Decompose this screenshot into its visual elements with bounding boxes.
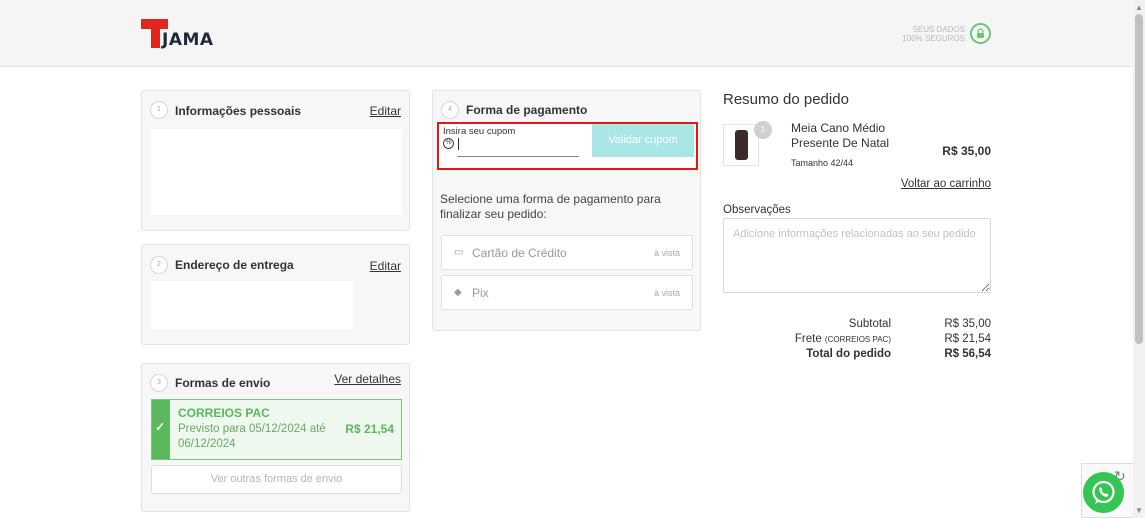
edit-personal-link[interactable]: Editar bbox=[370, 104, 401, 118]
shipping-label-group: Frete (CORREIOS PAC) bbox=[795, 333, 891, 345]
check-icon: ✓ bbox=[152, 400, 170, 459]
card-title: Endereço de entrega bbox=[175, 258, 294, 272]
validate-coupon-button[interactable]: Validar cupom bbox=[592, 124, 694, 157]
notes-label: Observações bbox=[723, 204, 791, 216]
step-number: 2 bbox=[150, 256, 168, 274]
text-cursor bbox=[458, 138, 459, 150]
product-image[interactable]: 1 bbox=[723, 121, 772, 166]
page-header: JAMA SEUS DADOS 100% SEGUROS bbox=[0, 0, 1133, 67]
scroll-down-arrow-icon[interactable]: ▼ bbox=[1135, 506, 1143, 515]
jama-logo[interactable]: JAMA bbox=[141, 19, 221, 51]
secure-badge: SEUS DADOS 100% SEGUROS bbox=[900, 22, 995, 46]
whatsapp-button[interactable] bbox=[1083, 472, 1124, 513]
payment-option-pix[interactable]: ◆ Pix à vista bbox=[441, 275, 693, 310]
total-label: Total do pedido bbox=[806, 348, 891, 360]
selected-shipping-option[interactable]: ✓ CORREIOS PAC Previsto para 05/12/2024 … bbox=[151, 399, 402, 460]
step-number: 3 bbox=[150, 374, 168, 392]
shipping-eta: Previsto para 05/12/2024 até 06/12/2024 bbox=[178, 423, 326, 450]
payment-option-label: Pix bbox=[472, 286, 489, 300]
personal-info-card: 1 Informações pessoais Editar bbox=[141, 90, 410, 231]
lock-icon bbox=[970, 23, 991, 44]
coupon-tag-icon: % bbox=[443, 138, 454, 149]
card-title: Forma de pagamento bbox=[466, 103, 588, 117]
subtotal-row: Subtotal R$ 35,00 bbox=[723, 318, 991, 333]
card-title: Formas de envio bbox=[175, 376, 271, 390]
product-photo bbox=[735, 130, 748, 160]
coupon-input[interactable] bbox=[457, 138, 579, 157]
shipping-price: R$ 21,54 bbox=[345, 422, 394, 436]
edit-address-link[interactable]: Editar bbox=[370, 259, 401, 273]
order-summary-title: Resumo do pedido bbox=[723, 91, 849, 108]
address-content bbox=[151, 281, 353, 329]
shipping-methods-card: 3 Formas de envio Ver detalhes ✓ CORREIO… bbox=[141, 363, 410, 512]
product-size: Tamanho 42/44 bbox=[791, 158, 854, 168]
personal-info-content bbox=[151, 129, 402, 215]
shipping-row: Frete (CORREIOS PAC) R$ 21,54 bbox=[723, 333, 991, 348]
shipping-value: R$ 21,54 bbox=[944, 333, 991, 345]
subtotal-value: R$ 35,00 bbox=[944, 318, 991, 330]
scrollbar-thumb[interactable] bbox=[1135, 14, 1143, 344]
product-name: Meia Cano Médio Presente De Natal bbox=[791, 121, 890, 150]
payment-option-note: à vista bbox=[653, 288, 680, 298]
coupon-area: Insira seu cupom % Validar cupom bbox=[437, 122, 698, 170]
secure-text: SEUS DADOS 100% SEGUROS bbox=[902, 25, 965, 43]
coupon-label: Insira seu cupom bbox=[443, 126, 516, 137]
payment-card: 4 Forma de pagamento Insira seu cupom % … bbox=[432, 90, 701, 331]
other-shipping-button[interactable]: Ver outras formas de envio bbox=[151, 465, 402, 494]
back-to-cart-link[interactable]: Voltar ao carrinho bbox=[901, 178, 991, 190]
scroll-up-arrow-icon[interactable]: ▲ bbox=[1135, 3, 1143, 12]
logo-mark-stem bbox=[151, 19, 160, 48]
notes-textarea[interactable] bbox=[723, 218, 991, 293]
card-title: Informações pessoais bbox=[175, 104, 302, 118]
shipping-details-link[interactable]: Ver detalhes bbox=[334, 372, 401, 386]
page-scrollbar[interactable]: ▲ ▼ bbox=[1133, 0, 1145, 518]
subtotal-label: Subtotal bbox=[848, 318, 891, 330]
product-quantity-badge: 1 bbox=[754, 121, 772, 139]
product-price: R$ 35,00 bbox=[942, 144, 991, 158]
logo-text: JAMA bbox=[162, 30, 214, 50]
payment-option-label: Cartão de Crédito bbox=[472, 246, 567, 260]
step-number: 1 bbox=[150, 101, 168, 119]
payment-instructions: Selecione uma forma de pagamento para fi… bbox=[440, 192, 661, 221]
delivery-address-card: 2 Endereço de entrega Editar bbox=[141, 244, 410, 345]
shipping-method-label: (CORREIOS PAC) bbox=[824, 335, 891, 344]
whatsapp-icon bbox=[1092, 480, 1115, 504]
total-row: Total do pedido R$ 56,54 bbox=[723, 348, 991, 363]
credit-card-icon: ▭ bbox=[454, 247, 464, 258]
shipping-name: CORREIOS PAC bbox=[178, 406, 270, 420]
step-number: 4 bbox=[441, 101, 459, 119]
payment-option-note: à vista bbox=[653, 248, 680, 258]
pix-icon: ◆ bbox=[454, 287, 462, 298]
total-value: R$ 56,54 bbox=[944, 348, 991, 360]
payment-option-credit-card[interactable]: ▭ Cartão de Crédito à vista bbox=[441, 235, 693, 270]
shipping-label: Frete bbox=[794, 333, 822, 345]
